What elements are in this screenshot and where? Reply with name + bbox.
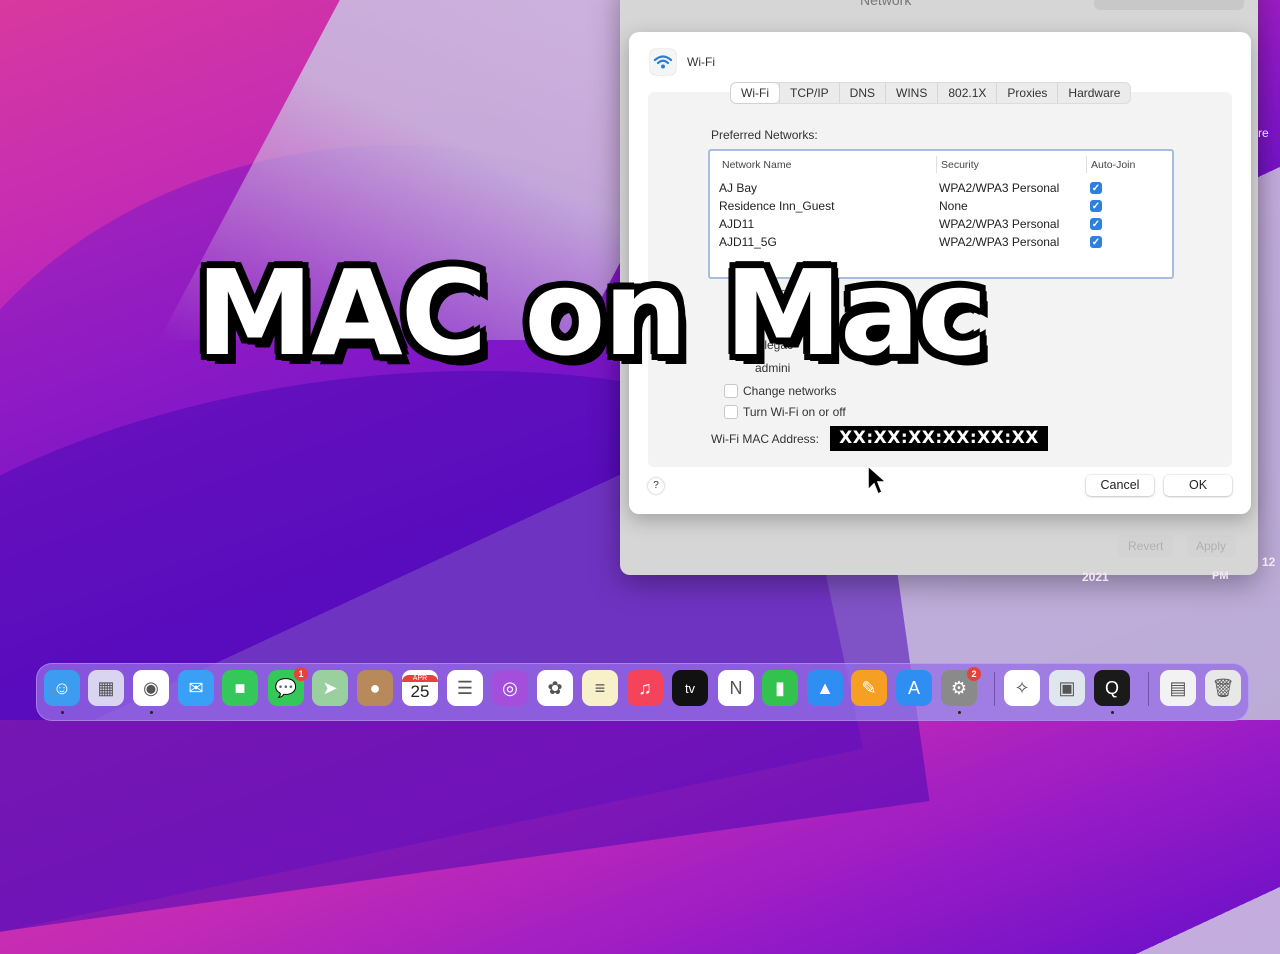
column-header-auto-join[interactable]: Auto-Join (1091, 159, 1135, 171)
running-indicator (958, 711, 961, 714)
column-divider (1086, 156, 1087, 173)
tab-bar: Wi-Fi TCP/IP DNS WINS 802.1X Proxies Har… (730, 82, 1132, 104)
quicktime-icon[interactable]: Q (1094, 670, 1130, 706)
running-indicator (150, 711, 153, 714)
mouse-cursor-icon (866, 464, 888, 503)
column-header-network-name[interactable]: Network Name (722, 159, 791, 171)
notes-icon[interactable]: ≡ (582, 670, 618, 706)
preview-icon[interactable]: ▣ (1049, 670, 1085, 706)
trash-icon[interactable]: 🗑 (1205, 670, 1241, 706)
running-indicator (61, 711, 64, 714)
safari-icon[interactable]: ✧ (1004, 670, 1040, 706)
podcasts-icon[interactable]: ◎ (492, 670, 528, 706)
calendar-day: 25 (410, 681, 430, 701)
table-row[interactable]: Residence Inn_Guest None ✓ (710, 198, 1172, 216)
network-security: None (939, 199, 968, 213)
column-divider (936, 156, 937, 173)
auto-join-checkbox[interactable]: ✓ (1090, 200, 1102, 212)
music-icon[interactable]: ♫ (627, 670, 663, 706)
keynote-icon[interactable]: ▲ (807, 670, 843, 706)
mac-address-label: Wi-Fi MAC Address: (711, 432, 820, 446)
sheet-title: Wi-Fi (687, 55, 715, 69)
network-name: AJD11 (719, 217, 755, 231)
dock-separator (994, 672, 995, 706)
window-title: Network (860, 0, 912, 8)
finder-icon[interactable]: ☺ (44, 670, 80, 706)
pages-icon[interactable]: ✎ (851, 670, 887, 706)
chrome-icon[interactable]: ◉ (133, 670, 169, 706)
desktop-text-fragment: re (1258, 126, 1269, 140)
auto-join-checkbox[interactable]: ✓ (1090, 218, 1102, 230)
column-header-security[interactable]: Security (941, 159, 979, 171)
preferred-networks-label: Preferred Networks: (711, 128, 818, 142)
maps-icon[interactable]: ➤ (312, 670, 348, 706)
pm-text: PM (1212, 570, 1229, 582)
mac-address-value: XX:XX:XX:XX:XX:XX (830, 426, 1048, 451)
network-security: WPA2/WPA3 Personal (939, 181, 1060, 195)
clock-text: 12 (1262, 555, 1276, 569)
auto-join-checkbox[interactable]: ✓ (1090, 236, 1102, 248)
cancel-button[interactable]: Cancel (1086, 475, 1154, 496)
ok-button[interactable]: OK (1164, 475, 1232, 496)
running-indicator (1111, 711, 1114, 714)
notification-badge: 1 (294, 667, 308, 681)
numbers-icon[interactable]: ▮ (762, 670, 798, 706)
tab-hardware[interactable]: Hardware (1057, 83, 1130, 103)
dock-separator (1148, 672, 1149, 706)
contacts-icon[interactable]: ● (357, 670, 393, 706)
table-row[interactable]: AJ Bay WPA2/WPA3 Personal ✓ (710, 180, 1172, 198)
auto-join-checkbox[interactable]: ✓ (1090, 182, 1102, 194)
reminders-icon[interactable]: ☰ (447, 670, 483, 706)
help-button[interactable]: ? (648, 478, 664, 494)
notification-badge: 2 (967, 667, 981, 681)
network-name: AJ Bay (719, 181, 758, 195)
launchpad-icon[interactable]: ▦ (88, 670, 124, 706)
calendar-icon[interactable]: APR 25 (402, 670, 438, 706)
mail-icon[interactable]: ✉ (178, 670, 214, 706)
tab-wifi[interactable]: Wi-Fi (731, 83, 779, 103)
tab-dns[interactable]: DNS (838, 83, 885, 103)
tab-tcpip[interactable]: TCP/IP (778, 83, 839, 103)
tv-icon[interactable]: tv (672, 670, 708, 706)
revert-button[interactable]: Revert (1118, 535, 1174, 557)
calendar-month: APR (402, 674, 438, 682)
apply-button[interactable]: Apply (1186, 535, 1237, 557)
app-store-icon[interactable]: A (896, 670, 932, 706)
turn-wifi-label: Turn Wi-Fi on or off (743, 405, 846, 419)
tab-wins[interactable]: WINS (885, 83, 937, 103)
video-title-overlay: MAC on Mac (196, 244, 988, 382)
search-field[interactable] (1094, 0, 1244, 10)
news-icon[interactable]: N (718, 670, 754, 706)
tab-8021x[interactable]: 802.1X (937, 83, 996, 103)
table-row[interactable]: AJD11 WPA2/WPA3 Personal ✓ (710, 216, 1172, 234)
photos-icon[interactable]: ✿ (537, 670, 573, 706)
facetime-icon[interactable]: ■ (222, 670, 258, 706)
network-security: WPA2/WPA3 Personal (939, 217, 1060, 231)
tab-proxies[interactable]: Proxies (996, 83, 1057, 103)
year-text: 2021 (1082, 570, 1109, 584)
network-name: Residence Inn_Guest (719, 199, 835, 213)
turn-wifi-checkbox[interactable] (724, 405, 738, 419)
wifi-icon (650, 49, 676, 75)
document-stack-icon[interactable]: ▤ (1160, 670, 1196, 706)
